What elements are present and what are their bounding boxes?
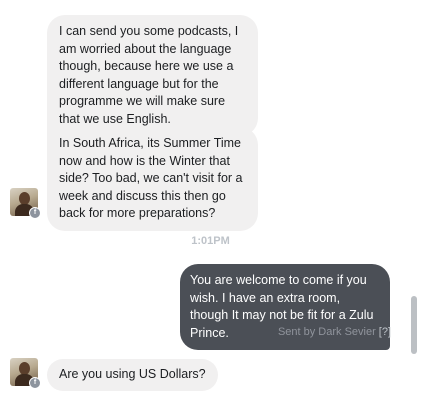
messenger-badge-icon: f [29, 207, 41, 219]
messenger-badge-icon: f [29, 377, 41, 389]
sent-by-label: Sent by Dark Sevier [?] [278, 326, 391, 338]
incoming-message: Are you using US Dollars? [47, 359, 218, 391]
incoming-message: In South Africa, its Summer Time now and… [47, 127, 258, 231]
timestamp: 1:01PM [191, 235, 230, 247]
sent-by-text: Sent by Dark Sevier [277, 326, 376, 338]
scrollbar-thumb[interactable] [411, 296, 417, 354]
help-link[interactable]: [?] [379, 326, 391, 338]
incoming-message: I can send you some podcasts, I am worri… [47, 15, 258, 136]
